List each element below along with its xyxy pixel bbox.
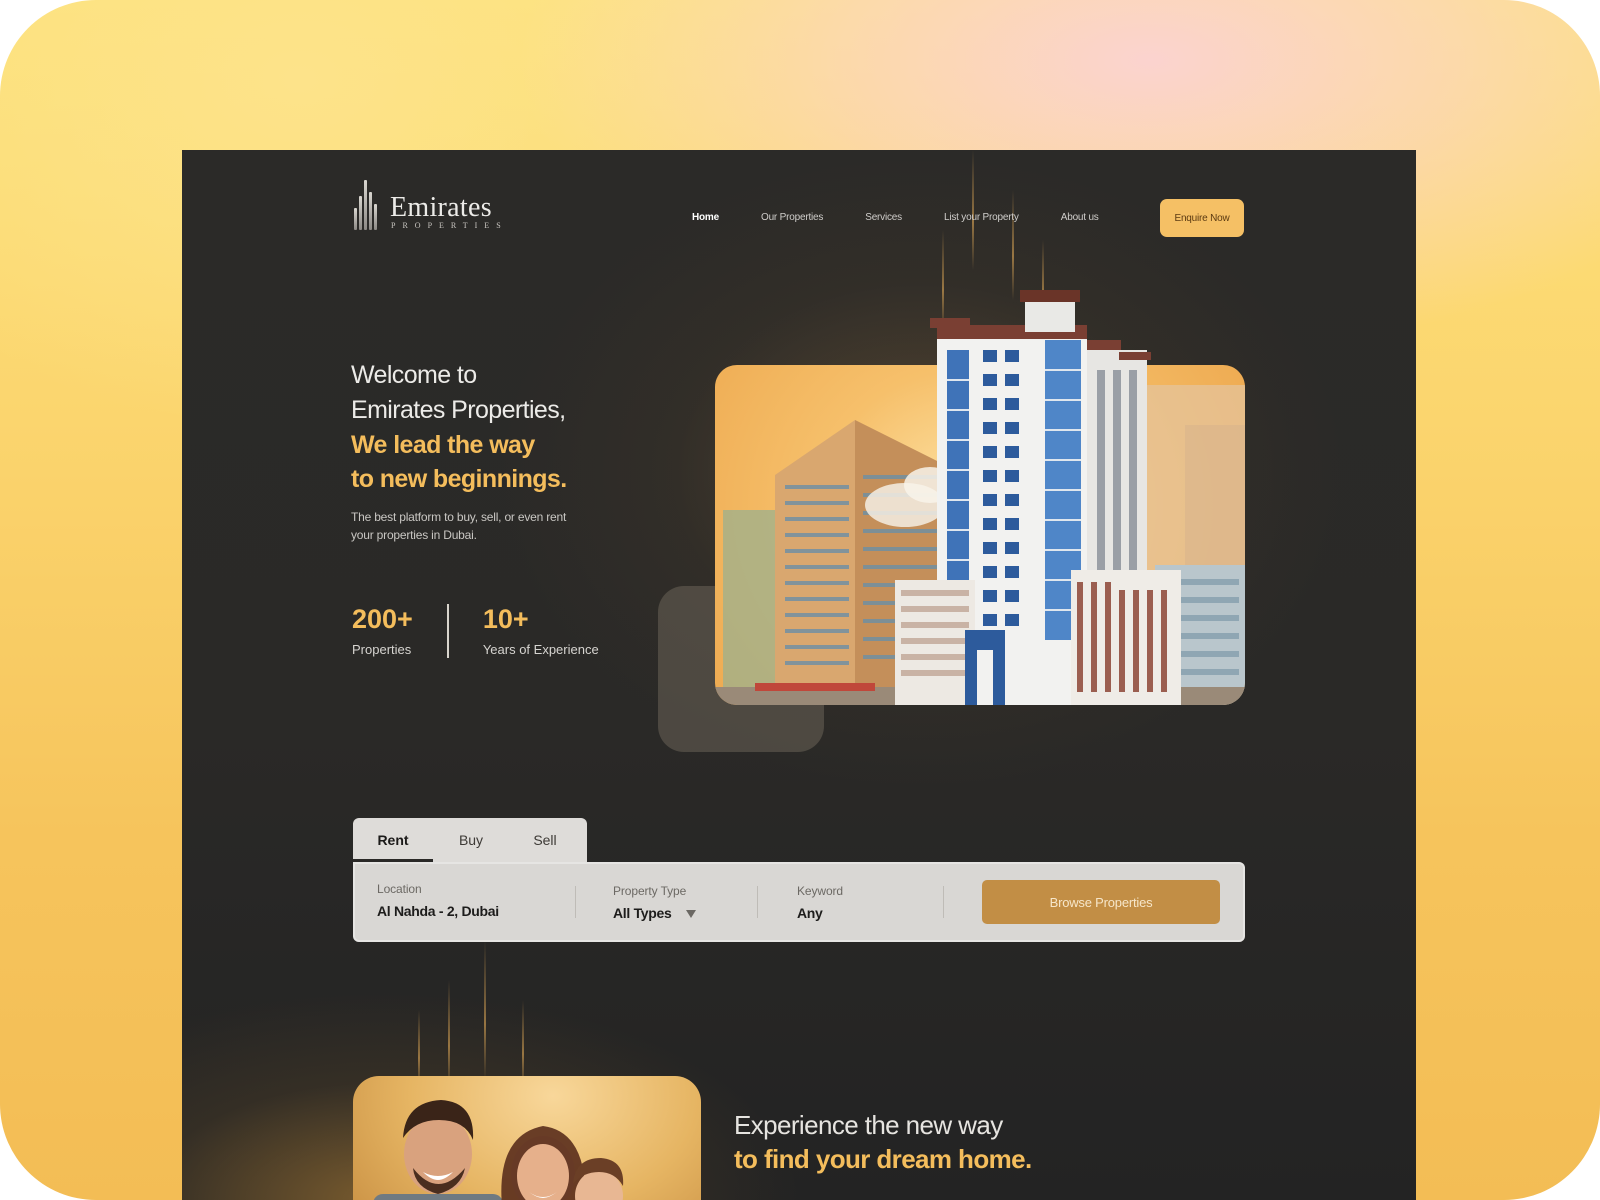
- hero-section: Welcome to Emirates Properties, We lead …: [351, 358, 691, 544]
- field-divider: [943, 886, 944, 918]
- location-field[interactable]: Location Al Nahda - 2, Dubai: [377, 882, 499, 919]
- nav-item-our-properties[interactable]: Our Properties: [761, 212, 823, 223]
- family-photo-card: [353, 1076, 701, 1200]
- location-label: Location: [377, 882, 422, 896]
- chevron-down-icon[interactable]: [685, 910, 696, 919]
- device-frame: Emirates PROPERTIES Home Our Properties …: [0, 0, 1600, 1200]
- brand-tagline: PROPERTIES: [391, 221, 508, 230]
- light-beam: [972, 150, 974, 270]
- field-divider: [757, 886, 758, 918]
- skyline-logo-icon: [352, 180, 380, 230]
- tab-buy[interactable]: Buy: [433, 818, 509, 862]
- light-beam: [1012, 190, 1014, 300]
- keyword-label: Keyword: [797, 884, 843, 898]
- main-nav: Home Our Properties Services List your P…: [692, 212, 1141, 223]
- nav-item-list-your-property[interactable]: List your Property: [944, 212, 1019, 223]
- field-divider: [575, 886, 576, 918]
- stat-divider: [446, 604, 449, 658]
- tab-rent[interactable]: Rent: [353, 818, 433, 862]
- stat-value: 200+: [352, 604, 413, 634]
- stats-row: 200+ Properties 10+ Years of Experience: [352, 604, 599, 658]
- search-tabs: Rent Buy Sell: [353, 818, 587, 862]
- hero-line-2: Emirates Properties,: [351, 396, 566, 424]
- experience-accent: to find your dream home.: [734, 1144, 1032, 1174]
- hero-accent-1: We lead the way: [351, 431, 535, 459]
- stat-label: Properties: [352, 642, 412, 657]
- property-type-select[interactable]: Property Type All Types: [613, 884, 696, 921]
- hero-accent-2: to new beginnings.: [351, 465, 567, 493]
- experience-heading: Experience the new way to find your drea…: [734, 1108, 1032, 1176]
- keyword-field[interactable]: Keyword Any: [797, 884, 843, 921]
- nav-item-services[interactable]: Services: [865, 212, 902, 223]
- nav-item-home[interactable]: Home: [692, 212, 719, 223]
- website-screen: Emirates PROPERTIES Home Our Properties …: [182, 150, 1416, 1200]
- stat-properties: 200+ Properties: [352, 604, 413, 658]
- enquire-now-button[interactable]: Enquire Now: [1160, 199, 1244, 237]
- light-beam: [484, 940, 486, 1080]
- stat-value: 10+: [482, 604, 529, 634]
- nav-item-about-us[interactable]: About us: [1061, 212, 1099, 223]
- tab-sell[interactable]: Sell: [509, 818, 581, 862]
- brand-name: Emirates: [390, 192, 492, 223]
- stat-label: Years of Experience: [482, 642, 599, 657]
- light-beam: [448, 980, 450, 1090]
- experience-line: Experience the new way: [734, 1110, 1003, 1140]
- family-photo-image: [373, 1100, 624, 1200]
- property-type-label: Property Type: [613, 884, 687, 898]
- hero-line-1: Welcome to: [351, 361, 477, 389]
- browse-properties-button[interactable]: Browse Properties: [982, 880, 1220, 924]
- stat-experience: 10+ Years of Experience: [483, 604, 599, 658]
- property-type-value: All Types: [613, 905, 672, 921]
- location-value: Al Nahda - 2, Dubai: [377, 903, 499, 919]
- property-search-bar: Location Al Nahda - 2, Dubai Property Ty…: [353, 862, 1245, 942]
- keyword-value: Any: [797, 905, 823, 921]
- hero-subtitle: The best platform to buy, sell, or even …: [351, 510, 567, 542]
- brand-logo[interactable]: Emirates PROPERTIES: [352, 180, 508, 230]
- featured-tower-image: [895, 290, 1181, 705]
